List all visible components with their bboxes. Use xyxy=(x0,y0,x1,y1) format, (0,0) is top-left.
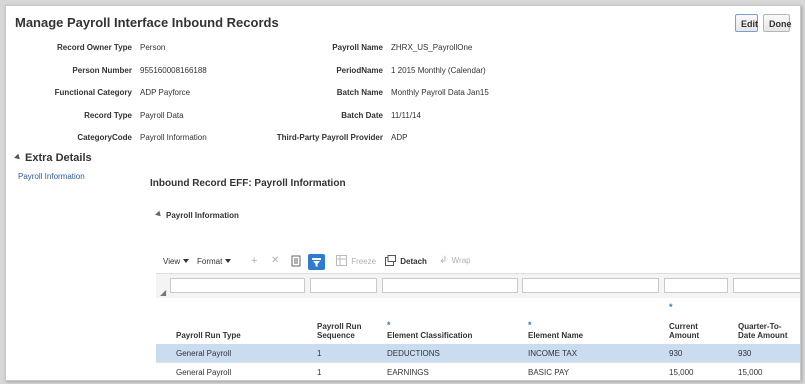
filter-payroll-run-type[interactable] xyxy=(170,278,305,293)
collapse-triangle-icon[interactable] xyxy=(155,210,163,219)
payroll-information-subheader[interactable]: Payroll Information xyxy=(155,210,239,220)
column-header[interactable]: * Element Name xyxy=(528,321,584,341)
record-owner-type-label: Record Owner Type xyxy=(57,43,132,52)
column-header[interactable]: * Element Classification xyxy=(387,321,473,341)
table-header-row: Payroll Run Type Payroll Run Sequence * … xyxy=(156,298,800,345)
table-cell: 15,000 xyxy=(738,368,763,377)
filter-quarter-to-date-amount[interactable] xyxy=(733,278,800,293)
column-header-label: Element Name xyxy=(528,331,584,340)
column-header-label: Element Classification xyxy=(387,331,473,340)
table-cell: 15,000 xyxy=(669,368,694,377)
batch-name-label: Batch Name xyxy=(336,88,383,97)
payroll-name-value: ZHRX_US_PayrollOne xyxy=(391,43,473,52)
delete-row-icon[interactable]: ✕ xyxy=(271,255,279,266)
record-type-value: Payroll Data xyxy=(140,111,184,120)
person-number-value: 955160008166188 xyxy=(140,66,207,75)
column-header[interactable]: Payroll Run Sequence xyxy=(317,322,361,340)
table-cell: 930 xyxy=(738,349,752,358)
done-button[interactable]: Done xyxy=(763,14,792,32)
extra-details-label: Extra Details xyxy=(25,152,92,164)
export-icon[interactable] xyxy=(291,255,303,270)
page-title: Manage Payroll Interface Inbound Records xyxy=(15,15,279,30)
format-menu[interactable]: Format xyxy=(197,257,232,266)
payroll-information-link[interactable]: Payroll Information xyxy=(18,172,85,181)
payroll-name-label: Payroll Name xyxy=(332,43,383,52)
filter-payroll-run-sequence[interactable] xyxy=(310,278,377,293)
required-icon: * xyxy=(387,320,391,330)
filter-toggle-icon[interactable]: ◢ xyxy=(160,288,166,297)
filter-element-classification[interactable] xyxy=(382,278,518,293)
add-row-icon[interactable]: + xyxy=(251,255,257,267)
payroll-information-subheader-label: Payroll Information xyxy=(166,211,239,220)
person-number-label: Person Number xyxy=(72,66,132,75)
table-cell: 930 xyxy=(669,349,683,358)
column-header-label: Date Amount xyxy=(738,331,788,340)
filter-current-amount[interactable] xyxy=(664,278,728,293)
filter-row xyxy=(156,273,800,299)
wrap-button[interactable]: ↲ Wrap xyxy=(439,255,471,266)
wrap-label: Wrap xyxy=(451,256,471,265)
required-icon: * xyxy=(528,320,532,330)
column-header-label: Payroll Run Type xyxy=(176,331,241,340)
view-menu[interactable]: View xyxy=(163,257,190,266)
functional-category-label: Functional Category xyxy=(54,88,132,97)
collapse-triangle-icon[interactable] xyxy=(14,153,22,162)
view-menu-label: View xyxy=(163,257,181,266)
freeze-label: Freeze xyxy=(351,257,377,266)
table-cell: General Payroll xyxy=(176,349,232,358)
detach-button[interactable]: Detach xyxy=(385,255,427,266)
required-icon: * xyxy=(669,302,673,312)
format-menu-label: Format xyxy=(197,257,223,266)
period-name-value: 1 2015 Monthly (Calendar) xyxy=(391,66,486,75)
table-cell: EARNINGS xyxy=(387,368,429,377)
table-cell: BASIC PAY xyxy=(528,368,570,377)
chevron-down-icon xyxy=(225,259,232,263)
freeze-button[interactable]: Freeze xyxy=(336,255,376,266)
chevron-down-icon xyxy=(183,259,190,263)
column-header[interactable]: Payroll Run Type xyxy=(176,331,241,340)
record-type-label: Record Type xyxy=(84,111,132,120)
third-party-provider-label: Third-Party Payroll Provider xyxy=(276,133,383,142)
third-party-provider-value: ADP xyxy=(391,133,408,142)
table-row[interactable]: General Payroll 1 DEDUCTIONS INCOME TAX … xyxy=(156,344,800,363)
table-cell: DEDUCTIONS xyxy=(387,349,440,358)
table-cell: INCOME TAX xyxy=(528,349,578,358)
query-by-example-icon[interactable] xyxy=(308,254,325,270)
eff-title: Inbound Record EFF: Payroll Information xyxy=(150,178,346,189)
extra-details-header[interactable]: Extra Details xyxy=(14,152,92,164)
column-header[interactable]: * Current Amount xyxy=(669,303,700,341)
column-header-label: Amount xyxy=(669,331,700,340)
column-header[interactable]: Quarter-To- Date Amount xyxy=(738,322,787,340)
batch-name-value: Monthly Payroll Data Jan15 xyxy=(391,88,489,97)
column-header-label: Quarter-To- xyxy=(738,322,782,331)
filter-element-name[interactable] xyxy=(522,278,659,293)
period-name-label: PeriodName xyxy=(336,66,383,75)
table-cell: 1 xyxy=(317,349,322,358)
column-header-label: Sequence xyxy=(317,331,355,340)
functional-category-value: ADP Payforce xyxy=(140,88,191,97)
column-header-label: Payroll Run xyxy=(317,322,362,331)
table-cell: General Payroll xyxy=(176,368,232,377)
table-cell: 1 xyxy=(317,368,322,377)
wrap-icon: ↲ xyxy=(439,255,448,266)
category-code-label: CategoryCode xyxy=(77,133,132,142)
edit-button[interactable]: Edit xyxy=(735,14,758,32)
batch-date-value: 11/11/14 xyxy=(391,111,421,120)
freeze-icon xyxy=(336,255,347,266)
detach-icon xyxy=(385,255,396,266)
record-owner-type-value: Person xyxy=(140,43,166,52)
main-panel: Manage Payroll Interface Inbound Records… xyxy=(5,5,801,381)
column-header-label: Current xyxy=(669,322,698,331)
category-code-value: Payroll Information xyxy=(140,133,207,142)
inbound-records-table: Payroll Run Type Payroll Run Sequence * … xyxy=(156,273,800,380)
batch-date-label: Batch Date xyxy=(341,111,383,120)
table-row[interactable]: General Payroll 1 EARNINGS BASIC PAY 15,… xyxy=(156,363,800,380)
detach-label: Detach xyxy=(400,257,427,266)
